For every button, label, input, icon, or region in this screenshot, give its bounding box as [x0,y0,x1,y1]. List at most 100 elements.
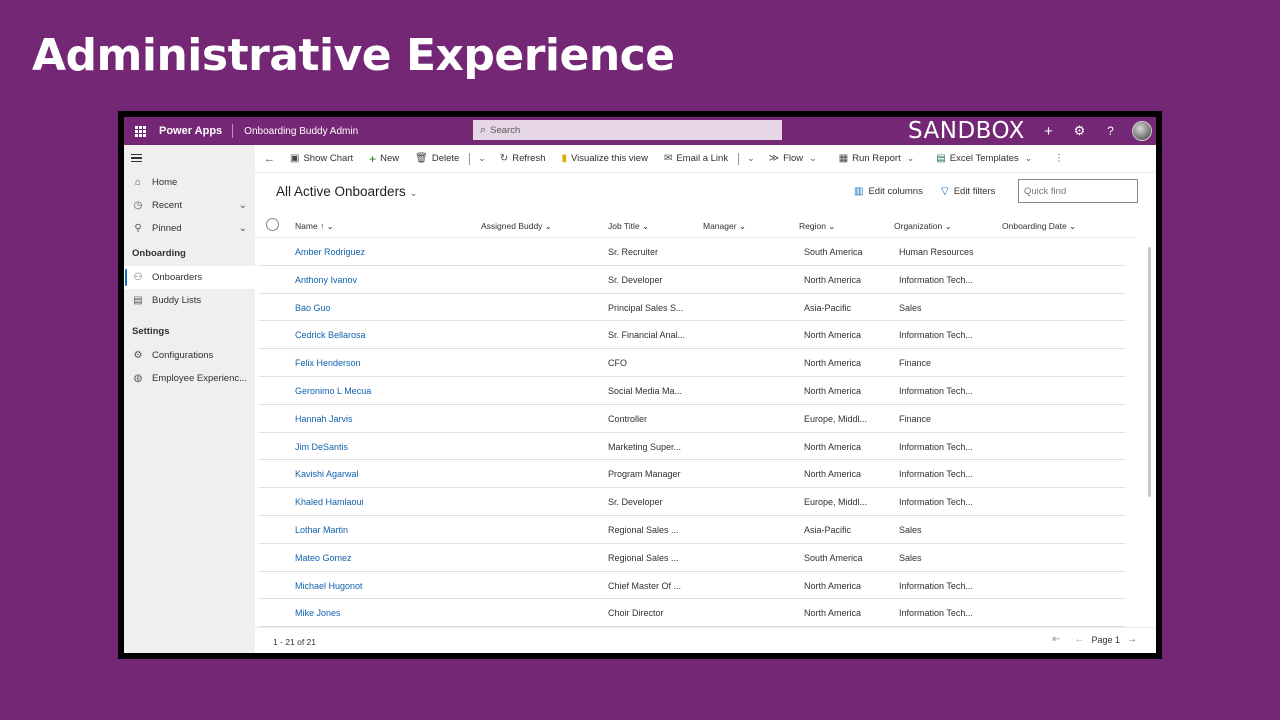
column-header-organization[interactable]: Organization ⌄ [894,221,952,232]
email-link-button[interactable]: ✉ Email a Link [656,145,736,173]
table-row[interactable]: Jim DeSantis Marketing Super... North Amer… [259,433,1125,461]
sidebar-item-configurations[interactable]: ⚙ Configurations [124,344,255,367]
cell-name[interactable]: Kavishi Agarwal [295,469,359,479]
next-page-icon[interactable]: → [1127,634,1137,645]
table-row[interactable]: Kavishi Agarwal Program Manager North Amer… [259,460,1125,489]
column-header-manager[interactable]: Manager ⌄ [703,221,746,232]
delete-button[interactable]: 🗑 Delete [407,145,467,173]
column-header-name[interactable]: Name ↑ ⌄ [295,221,334,232]
chevron-down-icon[interactable]: ⌄ [239,200,247,211]
sidebar-item-onboarders[interactable]: ⚇ Onboarders [124,266,255,289]
cell-name[interactable]: Anthony Ivanov [295,275,357,285]
table-row[interactable]: Mateo Gomez Regional Sales ... South Ameri… [259,544,1125,572]
excel-templates-button[interactable]: ▤ Excel Templates ⌄ [928,145,1046,173]
chevron-down-icon[interactable]: ⌄ [239,223,247,234]
table-row[interactable]: Cedrick Bellarosa Sr. Financial Anal... No… [259,321,1125,350]
table-row[interactable]: Geronimo L Mecua Social Media Ma... North … [259,377,1125,405]
visualize-label: Visualize this view [571,153,648,164]
cell-name[interactable]: Geronimo L Mecua [295,386,371,396]
table-row[interactable]: Anthony Ivanov Sr. Developer North America… [259,266,1125,294]
edit-columns-button[interactable]: ▥ Edit columns [854,186,923,197]
plus-icon: + [369,151,377,166]
table-row[interactable]: Mike Jones Choir Director North America Inf… [259,599,1125,627]
new-label: New [380,153,400,164]
cell-organization: Information Tech... [899,385,973,396]
cell-name[interactable]: Khaled Hamlaoui [295,497,364,507]
run-report-label: Run Report [852,153,901,164]
table-row[interactable]: Felix Henderson CFO North America Finance [259,349,1125,377]
chevron-down-icon[interactable]: ⌄ [741,153,761,164]
column-header-onboarding-date[interactable]: Onboarding Date ⌄ [1002,221,1076,232]
table-row[interactable]: Lothar Martin Regional Sales ... Asia-Paci… [259,516,1125,544]
cell-region: South America [804,552,863,563]
cell-name[interactable]: Mike Jones [295,608,341,618]
waffle-icon[interactable] [124,117,156,145]
sidebar-item-pinned[interactable]: ⚲ Pinned ⌄ [124,217,255,240]
visualize-button[interactable]: ▮ Visualize this view [554,145,656,173]
back-arrow-icon[interactable]: ← [255,153,282,165]
page-number: Page 1 [1091,634,1120,645]
cell-name[interactable]: Michael Hugonot [295,581,363,591]
cell-name[interactable]: Jim DeSantis [295,442,348,452]
sidebar-item-employee-experience[interactable]: ◍ Employee Experienc... [124,367,255,390]
sidebar-item-label: Buddy Lists [152,295,202,306]
first-page-icon[interactable]: ⇤ [1052,634,1060,645]
gear-icon: ⚙ [133,350,143,361]
table-row[interactable]: Bao Guo Principal Sales S... Asia-Pacific S… [259,294,1125,322]
cell-region: North America [804,469,862,480]
table-row[interactable]: Michael Hugonot Chief Master Of ... North … [259,572,1125,600]
chevron-down-icon[interactable]: ⌄ [803,153,823,164]
cell-job-title: Principal Sales S... [608,302,684,313]
record-count: 1 - 21 of 21 [273,637,317,647]
cell-name[interactable]: Bao Guo [295,303,331,313]
grid-header: Name ↑ ⌄ Assigned Buddy ⌄ Job Title ⌄ Ma… [255,212,1136,238]
app-window: Power Apps Onboarding Buddy Admin ⌕ Sear… [118,111,1162,659]
show-chart-button[interactable]: ▣ Show Chart [282,145,361,173]
select-all-checkbox[interactable] [266,218,279,231]
vertical-scrollbar[interactable] [1148,247,1151,497]
avatar[interactable] [1132,121,1152,141]
cell-name[interactable]: Lothar Martin [295,525,348,535]
flow-button[interactable]: ≫ Flow ⌄ [761,145,831,173]
column-header-assigned-buddy[interactable]: Assigned Buddy ⌄ [481,221,552,232]
cell-job-title: Chief Master Of ... [608,580,682,591]
column-header-job-title[interactable]: Job Title ⌄ [608,221,649,232]
cell-organization: Human Resources [899,247,974,257]
cell-organization: Information Tech... [899,497,973,508]
new-button[interactable]: + New [361,145,407,173]
plus-icon[interactable]: + [1033,123,1064,140]
cell-region: Asia-Pacific [804,302,852,313]
cell-name[interactable]: Mateo Gomez [295,553,352,563]
column-header-region[interactable]: Region ⌄ [799,221,835,232]
app-name[interactable]: Onboarding Buddy Admin [244,126,358,137]
brand-label[interactable]: Power Apps [159,124,234,138]
show-chart-label: Show Chart [303,153,354,164]
cell-region: North America [804,385,862,396]
run-report-button[interactable]: ▦ Run Report ⌄ [831,145,929,173]
view-selector[interactable]: All Active Onboarders ⌄ [276,184,417,199]
table-row[interactable]: Khaled Hamlaoui Sr. Developer Europe, Midd… [259,488,1125,516]
cell-name[interactable]: Felix Henderson [295,358,361,368]
sidebar-item-recent[interactable]: ◷ Recent ⌄ [124,194,255,217]
cell-name[interactable]: Hannah Jarvis [295,414,353,424]
quick-find-input[interactable] [1018,179,1138,203]
chevron-down-icon[interactable]: ⌄ [472,153,492,164]
table-row[interactable]: Amber Rodriguez Sr. Recruiter South Americ… [259,238,1125,266]
previous-page-icon[interactable]: ← [1074,634,1084,645]
hamburger-icon[interactable] [124,145,255,171]
chevron-down-icon[interactable]: ⌄ [1019,153,1039,164]
cell-name[interactable]: Amber Rodriguez [295,247,365,257]
edit-filters-button[interactable]: ▽ Edit filters [941,186,995,197]
more-commands-icon[interactable]: ⋮ [1046,145,1072,173]
table-row[interactable]: Hannah Jarvis Controller Europe, Middl... F… [259,405,1125,433]
help-icon[interactable]: ? [1095,124,1126,138]
cell-job-title: Marketing Super... [608,441,682,452]
sidebar-item-home[interactable]: ⌂ Home [124,171,255,194]
cell-name[interactable]: Cedrick Bellarosa [295,330,366,340]
refresh-button[interactable]: ↻ Refresh [492,145,554,173]
cell-region: Asia-Pacific [804,524,852,535]
chevron-down-icon[interactable]: ⌄ [901,153,921,164]
gear-icon[interactable]: ⚙ [1064,123,1095,139]
global-search-input[interactable]: ⌕ Search [473,120,782,140]
sidebar-item-buddy-lists[interactable]: ▤ Buddy Lists [124,289,255,312]
